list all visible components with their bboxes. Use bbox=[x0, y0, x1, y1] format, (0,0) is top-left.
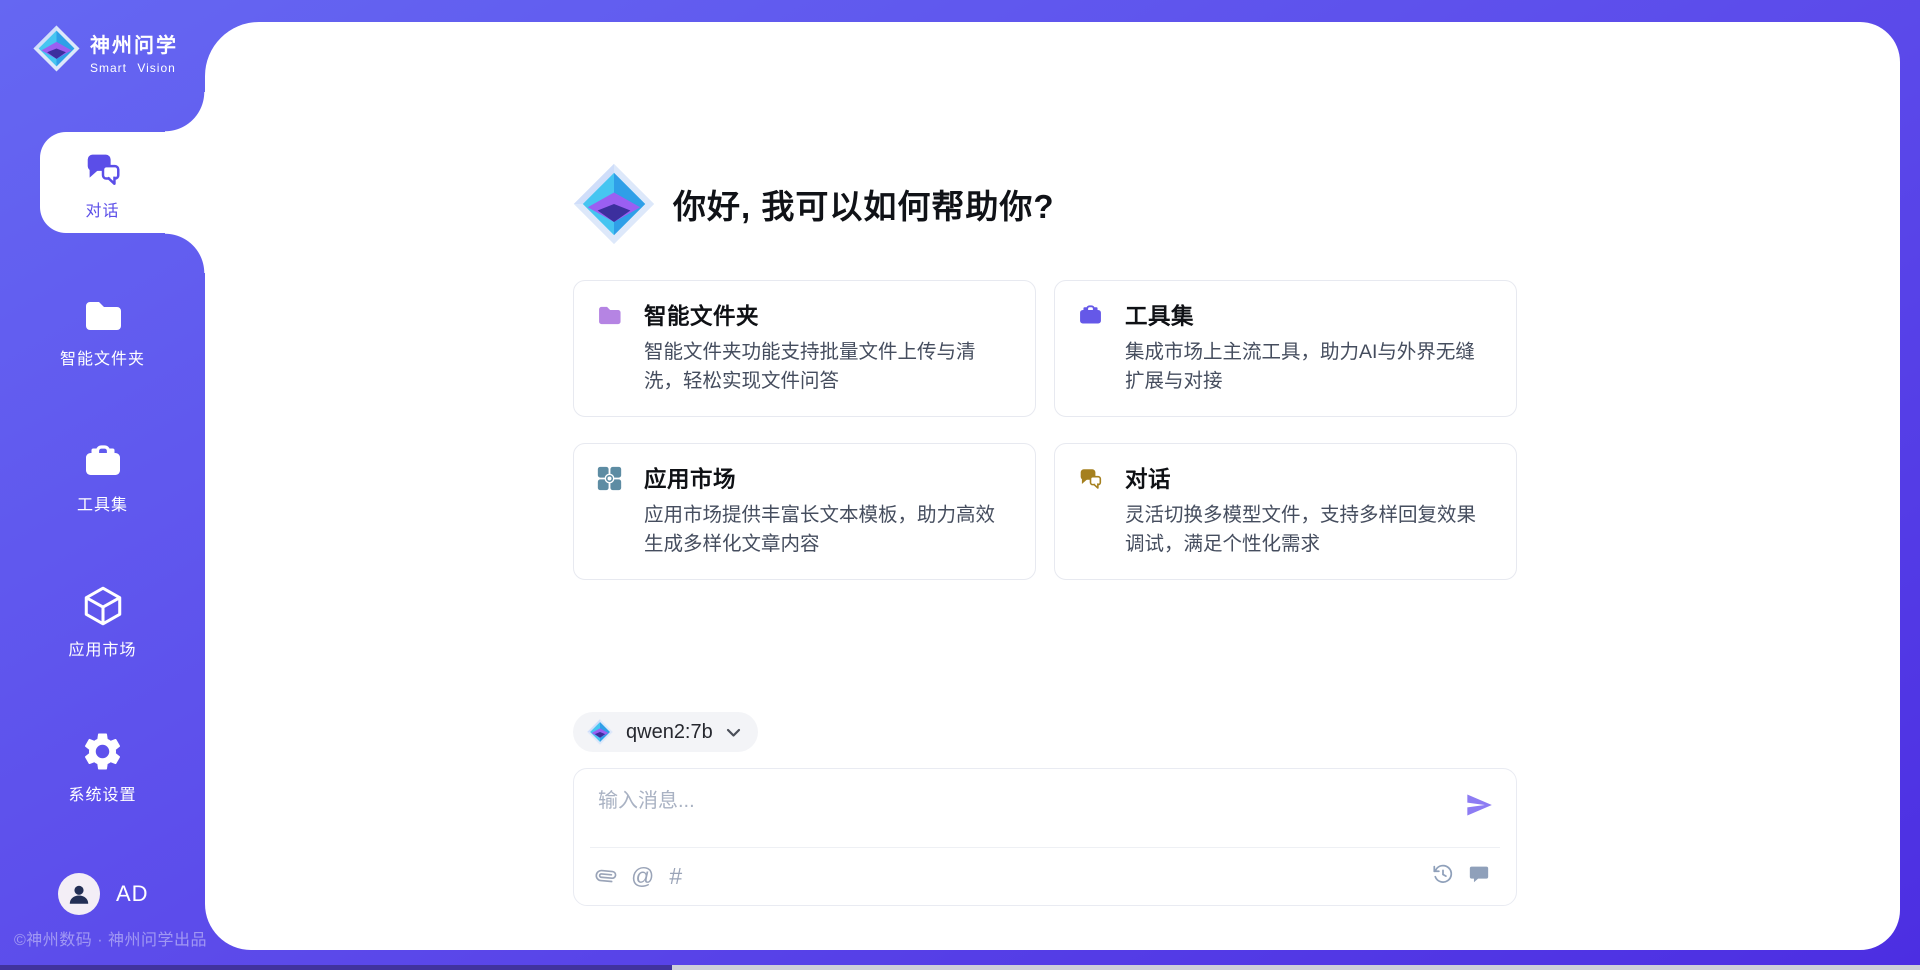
topic-button[interactable]: # bbox=[669, 861, 682, 891]
card-smart-folder[interactable]: 智能文件夹 智能文件夹功能支持批量文件上传与清洗，轻松实现文件问答 bbox=[573, 280, 1036, 417]
brand-diamond-icon bbox=[573, 163, 655, 245]
model-diamond-icon bbox=[587, 719, 613, 745]
sidebar-item-toolset[interactable]: 工具集 bbox=[0, 440, 205, 515]
brand-block: 神州问学 Smart Vision bbox=[33, 25, 178, 75]
history-icon bbox=[1432, 863, 1454, 885]
chat-solid-icon bbox=[1468, 863, 1490, 885]
paperclip-icon bbox=[592, 862, 620, 890]
history-button[interactable] bbox=[1432, 863, 1454, 885]
sidebar-item-settings[interactable]: 系统设置 bbox=[0, 729, 205, 805]
card-description: 灵活切换多模型文件，支持多样回复效果调试，满足个性化需求 bbox=[1125, 501, 1494, 559]
user-initials: AD bbox=[116, 881, 149, 907]
user-account[interactable]: AD bbox=[58, 873, 149, 915]
folder-icon bbox=[596, 302, 623, 329]
cube-icon bbox=[80, 583, 126, 629]
card-app-market[interactable]: 应用市场 应用市场提供丰富长文本模板，助力高效生成多样化文章内容 bbox=[573, 443, 1036, 580]
gear-icon bbox=[80, 729, 125, 774]
brand-diamond-icon bbox=[33, 25, 80, 72]
card-title: 智能文件夹 bbox=[644, 299, 759, 331]
briefcase-icon bbox=[81, 440, 125, 484]
model-name: qwen2:7b bbox=[626, 721, 713, 744]
chat-bubbles-icon bbox=[82, 148, 124, 190]
card-description: 智能文件夹功能支持批量文件上传与清洗，轻松实现文件问答 bbox=[644, 338, 1013, 396]
at-icon: @ bbox=[631, 861, 654, 891]
card-toolset[interactable]: 工具集 集成市场上主流工具，助力AI与外界无缝扩展与对接 bbox=[1054, 280, 1517, 417]
sidebar-item-label: 系统设置 bbox=[68, 781, 136, 805]
sidebar-item-label: 对话 bbox=[85, 197, 119, 221]
card-title: 应用市场 bbox=[644, 462, 736, 494]
hash-icon: # bbox=[669, 861, 682, 891]
card-chat[interactable]: 对话 灵活切换多模型文件，支持多样回复效果调试，满足个性化需求 bbox=[1054, 443, 1517, 580]
main-panel: 你好, 我可以如何帮助你? 智能文件夹 智能文件夹功能支持批量文件上传与清洗，轻… bbox=[205, 22, 1900, 950]
copyright-footer: ©神州数码 · 神州问学出品 bbox=[14, 926, 207, 950]
send-button[interactable] bbox=[1464, 791, 1494, 821]
apps-icon bbox=[596, 465, 623, 492]
message-composer: @ # bbox=[573, 768, 1517, 906]
folder-icon bbox=[81, 294, 125, 338]
sidebar-item-label: 智能文件夹 bbox=[60, 345, 145, 369]
feature-cards: 智能文件夹 智能文件夹功能支持批量文件上传与清洗，轻松实现文件问答 工具集 集成… bbox=[573, 280, 1517, 580]
sidebar-item-label: 应用市场 bbox=[68, 636, 136, 660]
composer-divider bbox=[590, 847, 1500, 848]
greeting-block: 你好, 我可以如何帮助你? bbox=[573, 163, 1055, 245]
new-chat-button[interactable] bbox=[1468, 863, 1490, 885]
briefcase-icon bbox=[1077, 302, 1104, 329]
sidebar-item-chat[interactable]: 对话 bbox=[0, 148, 205, 221]
person-icon bbox=[66, 881, 92, 907]
card-description: 应用市场提供丰富长文本模板，助力高效生成多样化文章内容 bbox=[644, 501, 1013, 559]
avatar bbox=[58, 873, 100, 915]
window-bottom-edge bbox=[0, 965, 1920, 970]
sidebar-item-label: 工具集 bbox=[77, 491, 128, 515]
mention-button[interactable]: @ bbox=[631, 861, 654, 891]
card-title: 工具集 bbox=[1125, 299, 1194, 331]
attach-button[interactable] bbox=[596, 866, 616, 886]
brand-subtitle: Smart Vision bbox=[90, 61, 178, 75]
tab-fillet-bottom bbox=[165, 233, 206, 273]
sidebar-item-app-market[interactable]: 应用市场 bbox=[0, 583, 205, 660]
greeting-title: 你好, 我可以如何帮助你? bbox=[673, 180, 1055, 228]
chat-bubbles-icon bbox=[1077, 465, 1104, 492]
message-input[interactable] bbox=[598, 784, 1398, 842]
tab-fillet-top bbox=[165, 92, 206, 132]
model-selector[interactable]: qwen2:7b bbox=[573, 712, 758, 752]
send-icon bbox=[1465, 791, 1493, 819]
sidebar-item-smart-folder[interactable]: 智能文件夹 bbox=[0, 294, 205, 369]
composer-tools-left: @ # bbox=[596, 861, 682, 891]
card-title: 对话 bbox=[1125, 462, 1171, 494]
card-description: 集成市场上主流工具，助力AI与外界无缝扩展与对接 bbox=[1125, 338, 1494, 396]
composer-tools-right bbox=[1432, 863, 1490, 885]
brand-name: 神州问学 bbox=[90, 29, 178, 58]
chevron-down-icon bbox=[726, 728, 741, 738]
